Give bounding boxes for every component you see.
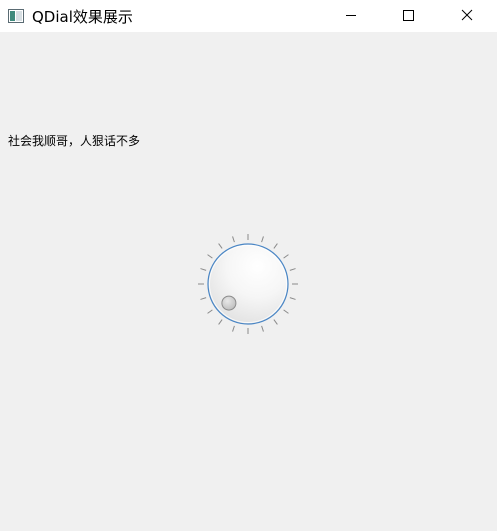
dial-notch	[232, 236, 235, 243]
minimize-button[interactable]	[328, 0, 374, 32]
minimize-icon	[346, 15, 356, 16]
close-button[interactable]	[444, 0, 490, 32]
dial-notch	[232, 325, 235, 332]
dial-notch	[283, 254, 289, 259]
dial-knob[interactable]	[207, 243, 289, 325]
dial-notch	[218, 243, 223, 249]
main-window: QDial效果展示 社会我顺哥，人狠话不多	[0, 0, 497, 531]
dial-notch	[218, 319, 223, 325]
dial-notch	[261, 325, 264, 332]
dial-notch	[207, 254, 213, 259]
title-bar[interactable]: QDial效果展示	[0, 0, 497, 32]
dial-control[interactable]	[196, 230, 300, 334]
dial-handle[interactable]	[221, 295, 237, 311]
maximize-icon	[403, 10, 414, 21]
dial-notch	[207, 309, 213, 314]
maximize-button[interactable]	[386, 0, 432, 32]
dial-notch	[289, 268, 296, 271]
dial-notch	[283, 309, 289, 314]
dial-notch	[273, 319, 278, 325]
dial-notch	[200, 297, 207, 300]
dial-notch	[289, 297, 296, 300]
dial-notch	[273, 243, 278, 249]
dial-notch	[200, 268, 207, 271]
window-title: QDial效果展示	[32, 8, 133, 26]
app-window-icon	[8, 8, 24, 23]
dial-notch	[261, 236, 264, 243]
close-icon	[461, 9, 473, 21]
motto-label: 社会我顺哥，人狠话不多	[8, 134, 141, 148]
